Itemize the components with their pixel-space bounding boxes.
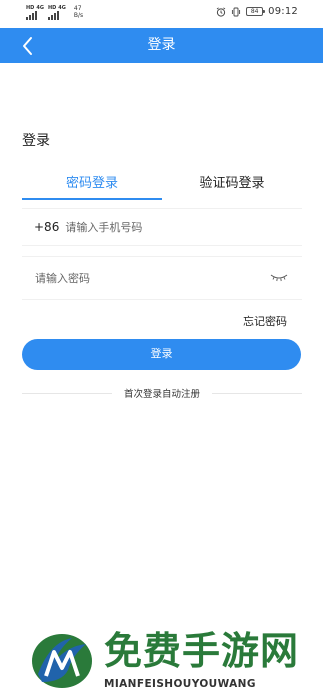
- login-heading: 登录: [22, 133, 50, 149]
- forgot-password-link[interactable]: 忘记密码: [243, 313, 287, 329]
- auto-register-note: 首次登录自动注册: [124, 389, 201, 400]
- watermark-logo-icon: [32, 634, 92, 688]
- login-button[interactable]: 登录: [22, 339, 301, 370]
- title-bar: 登录: [0, 28, 323, 63]
- signal-bars-icon: [47, 11, 59, 20]
- status-right: 84 09:12: [216, 6, 298, 17]
- network-speed-value: 47: [73, 5, 82, 12]
- sim1-signal: HD 4G: [26, 5, 44, 20]
- status-left: HD 4G HD 4G 47 B/s: [26, 5, 83, 20]
- sim2-network-tag: 4G: [58, 5, 66, 11]
- sim2-signal: HD 4G: [47, 5, 66, 20]
- battery-icon: 84: [246, 7, 266, 16]
- divider-left: [22, 392, 112, 394]
- vibrate-icon: [232, 7, 241, 16]
- watermark-title: 免费手游网: [104, 628, 300, 673]
- country-code[interactable]: +86: [34, 220, 59, 234]
- page-title: 登录: [147, 37, 176, 53]
- phone-field-row: +86: [22, 208, 302, 246]
- network-speed-unit: B/s: [73, 12, 84, 19]
- alarm-icon: [216, 6, 226, 17]
- battery-level: 84: [250, 7, 259, 15]
- sim1-network-tag: 4G: [36, 5, 44, 11]
- watermark-subtitle: MIANFEISHOUYOUWANG: [104, 678, 256, 690]
- auto-register-row: 首次登录自动注册: [22, 386, 303, 400]
- tab-password-login[interactable]: 密码登录: [22, 174, 162, 200]
- password-field-row: [22, 256, 302, 300]
- signal-bars-icon: [26, 11, 37, 20]
- tab-code-login[interactable]: 验证码登录: [162, 174, 302, 200]
- status-time: 09:12: [268, 6, 298, 17]
- watermark: 免费手游网 MIANFEISHOUYOUWANG: [0, 622, 323, 700]
- password-input[interactable]: [35, 271, 255, 285]
- phone-input[interactable]: [65, 220, 266, 234]
- divider-right: [212, 392, 303, 394]
- eye-closed-icon[interactable]: [270, 272, 288, 284]
- login-tabs: 密码登录 验证码登录: [22, 174, 302, 200]
- status-bar: HD 4G HD 4G 47 B/s 84 09:12: [0, 0, 323, 28]
- network-speed: 47 B/s: [74, 5, 83, 19]
